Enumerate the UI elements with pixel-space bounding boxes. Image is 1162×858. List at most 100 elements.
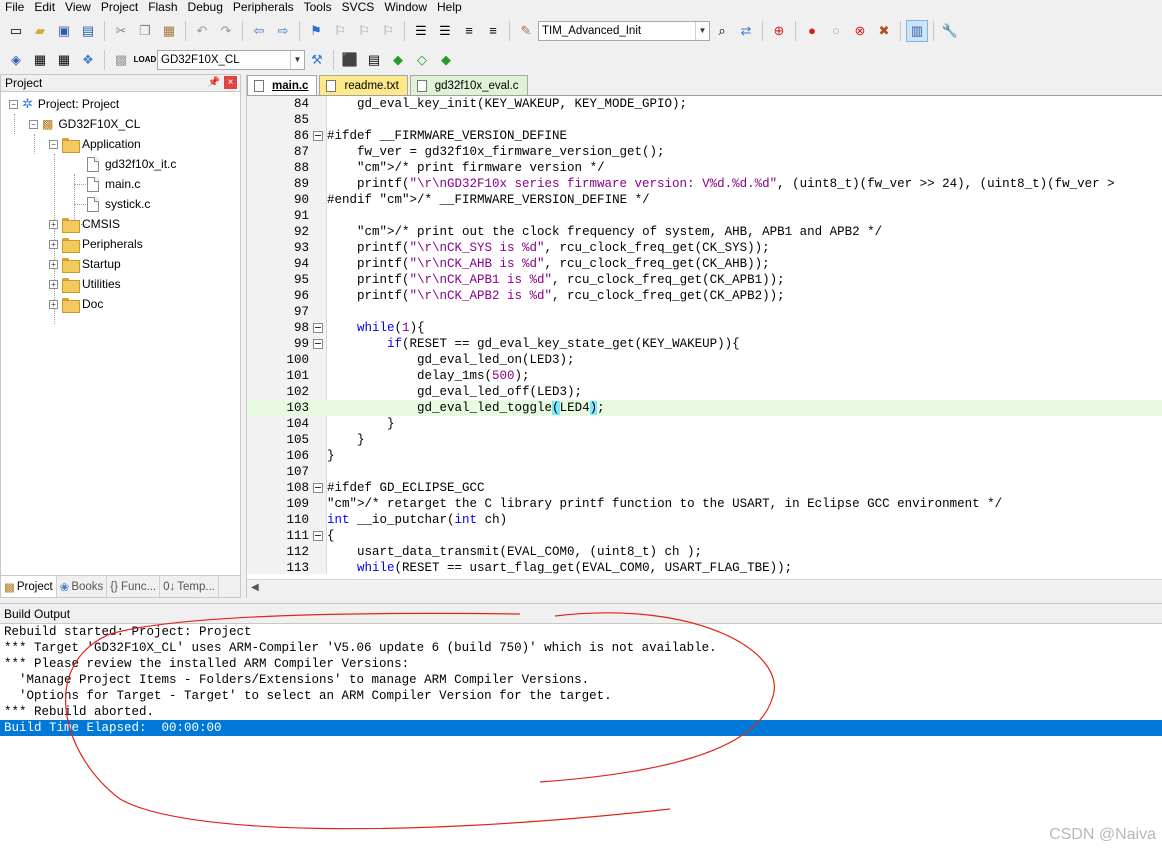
bookmark-prev-icon[interactable]: ⚐ [329,20,351,42]
tab-books[interactable]: ❀ Books [57,576,108,597]
build-output-text[interactable]: Rebuild started: Project: Project *** Ta… [0,624,1162,736]
horizontal-scrollbar[interactable]: ◀ [247,579,1162,598]
manage-components-icon[interactable]: ⬛ [339,49,361,71]
tree-group-application[interactable]: − Application [49,134,141,154]
code-line[interactable]: 101 delay_1ms(500); [247,368,1162,384]
unindent-icon[interactable]: ☰ [434,20,456,42]
debug-start-icon[interactable]: ● [801,20,823,42]
select-software-packs-icon[interactable]: ◇ [411,49,433,71]
tab-gd32f10x-eval-c[interactable]: gd32f10x_eval.c [409,75,528,95]
bookmark-next-icon[interactable]: ⚐ [353,20,375,42]
code-line[interactable]: 91 [247,208,1162,224]
translate-icon[interactable]: ◈ [5,49,27,71]
menu-edit[interactable]: Edit [29,1,60,13]
menu-debug[interactable]: Debug [183,1,228,13]
tree-target[interactable]: − ▩ GD32F10X_CL [29,114,140,134]
tree-file[interactable]: gd32f10x_it.c [87,154,176,174]
fold-toggle-icon[interactable] [313,339,323,349]
fold-toggle-icon[interactable] [313,483,323,493]
save-icon[interactable]: ▣ [53,20,75,42]
copy-icon[interactable]: ❐ [134,20,156,42]
open-folder-icon[interactable]: ▰ [29,20,51,42]
manage-project-items-icon[interactable]: ▤ [363,49,385,71]
run-time-environment-icon[interactable]: ◆ [435,49,457,71]
batch-build-icon[interactable]: ❖ [77,49,99,71]
chevron-down-icon[interactable]: ▼ [695,22,709,40]
menu-view[interactable]: View [60,1,96,13]
tab-readme-txt[interactable]: readme.txt [319,75,408,95]
fold-toggle-icon[interactable] [313,531,323,541]
uncomment-icon[interactable]: ≡ [482,20,504,42]
expand-icon[interactable]: + [49,299,58,309]
comment-icon[interactable]: ≡ [458,20,480,42]
code-line[interactable]: 112 usart_data_transmit(EVAL_COM0, (uint… [247,544,1162,560]
rebuild-icon[interactable]: ▦ [53,49,75,71]
code-line[interactable]: 86 #ifdef __FIRMWARE_VERSION_DEFINE [247,128,1162,144]
tree-group-peripherals[interactable]: + Peripherals [49,234,143,254]
collapse-icon[interactable]: − [29,119,38,129]
tab-templates[interactable]: 0↓ Temp... [160,576,219,597]
nav-forward-icon[interactable]: ⇨ [272,20,294,42]
expand-icon[interactable]: + [49,219,58,229]
new-file-icon[interactable]: ▭ [5,20,27,42]
paste-icon[interactable]: ▦ [158,20,180,42]
scroll-left-icon[interactable]: ◀ [251,582,259,593]
code-area[interactable]: 84 gd_eval_key_init(KEY_WAKEUP, KEY_MODE… [247,96,1162,574]
target-options-icon[interactable]: ⚒ [306,49,328,71]
fold-toggle-icon[interactable] [313,131,323,141]
close-icon[interactable]: × [224,76,237,89]
tab-project[interactable]: ▩ Project [1,576,57,597]
tree-group-utilities[interactable]: + Utilities [49,274,121,294]
tree-group-doc[interactable]: + Doc [49,294,103,314]
breakpoint-kill-icon[interactable]: ✖ [873,20,895,42]
code-line[interactable]: 93 printf("\r\nCK_SYS is %d", rcu_clock_… [247,240,1162,256]
tree-group-cmsis[interactable]: + CMSIS [49,214,120,234]
code-line[interactable]: 104 } [247,416,1162,432]
expand-icon[interactable]: + [49,239,58,249]
menu-peripherals[interactable]: Peripherals [228,1,299,13]
tree-file[interactable]: main.c [87,174,140,194]
save-all-icon[interactable]: ▤ [77,20,99,42]
tree-project-root[interactable]: − ✲ Project: Project [9,94,119,114]
redo-icon[interactable]: ↷ [215,20,237,42]
code-line[interactable]: 98 while(1){ [247,320,1162,336]
expand-icon[interactable]: + [49,259,58,269]
code-line[interactable]: 113 while(RESET == usart_flag_get(EVAL_C… [247,560,1162,574]
indent-icon[interactable]: ☰ [410,20,432,42]
chevron-down-icon[interactable]: ▼ [290,51,304,69]
replace-icon[interactable]: ⇄ [735,20,757,42]
tab-functions[interactable]: {} Func... [107,576,161,597]
window-layout-icon[interactable]: ▥ [906,20,928,42]
bookmark-clear-icon[interactable]: ⚐ [377,20,399,42]
configure-icon[interactable]: 🔧 [939,20,961,42]
tree-group-startup[interactable]: + Startup [49,254,121,274]
code-line[interactable]: 92 "cm">/* print out the clock frequency… [247,224,1162,240]
code-line[interactable]: 96 printf("\r\nCK_APB2 is %d", rcu_clock… [247,288,1162,304]
breakpoint-icon[interactable]: ○ [825,20,847,42]
expand-icon[interactable]: + [49,279,58,289]
code-line[interactable]: 84 gd_eval_key_init(KEY_WAKEUP, KEY_MODE… [247,96,1162,112]
code-line[interactable]: 94 printf("\r\nCK_AHB is %d", rcu_clock_… [247,256,1162,272]
code-line[interactable]: 90 #endif "cm">/* __FIRMWARE_VERSION_DEFI… [247,192,1162,208]
menu-flash[interactable]: Flash [143,1,182,13]
code-line[interactable]: 100 gd_eval_led_on(LED3); [247,352,1162,368]
menu-tools[interactable]: Tools [299,1,337,13]
code-line[interactable]: 110 int __io_putchar(int ch) [247,512,1162,528]
menu-file[interactable]: File [0,1,29,13]
code-line[interactable]: 89 printf("\r\nGD32F10x series firmware … [247,176,1162,192]
tree-file[interactable]: systick.c [87,194,150,214]
code-line[interactable]: 102 gd_eval_led_off(LED3); [247,384,1162,400]
code-line[interactable]: 106} [247,448,1162,464]
nav-back-icon[interactable]: ⇦ [248,20,270,42]
menu-help[interactable]: Help [432,1,467,13]
code-line[interactable]: 109 "cm">/* retarget the C library printf… [247,496,1162,512]
code-line[interactable]: 105 } [247,432,1162,448]
bookmark-set-icon[interactable]: ⚑ [305,20,327,42]
tab-main-c[interactable]: main.c [247,75,318,95]
cut-icon[interactable]: ✂ [110,20,132,42]
incremental-find-icon[interactable]: ⊕ [768,20,790,42]
code-line[interactable]: 103 gd_eval_led_toggle(LED4); [247,400,1162,416]
find-icon[interactable]: ⌕ [711,20,733,42]
code-line[interactable]: 107 [247,464,1162,480]
code-line[interactable]: 87 fw_ver = gd32f10x_firmware_version_ge… [247,144,1162,160]
